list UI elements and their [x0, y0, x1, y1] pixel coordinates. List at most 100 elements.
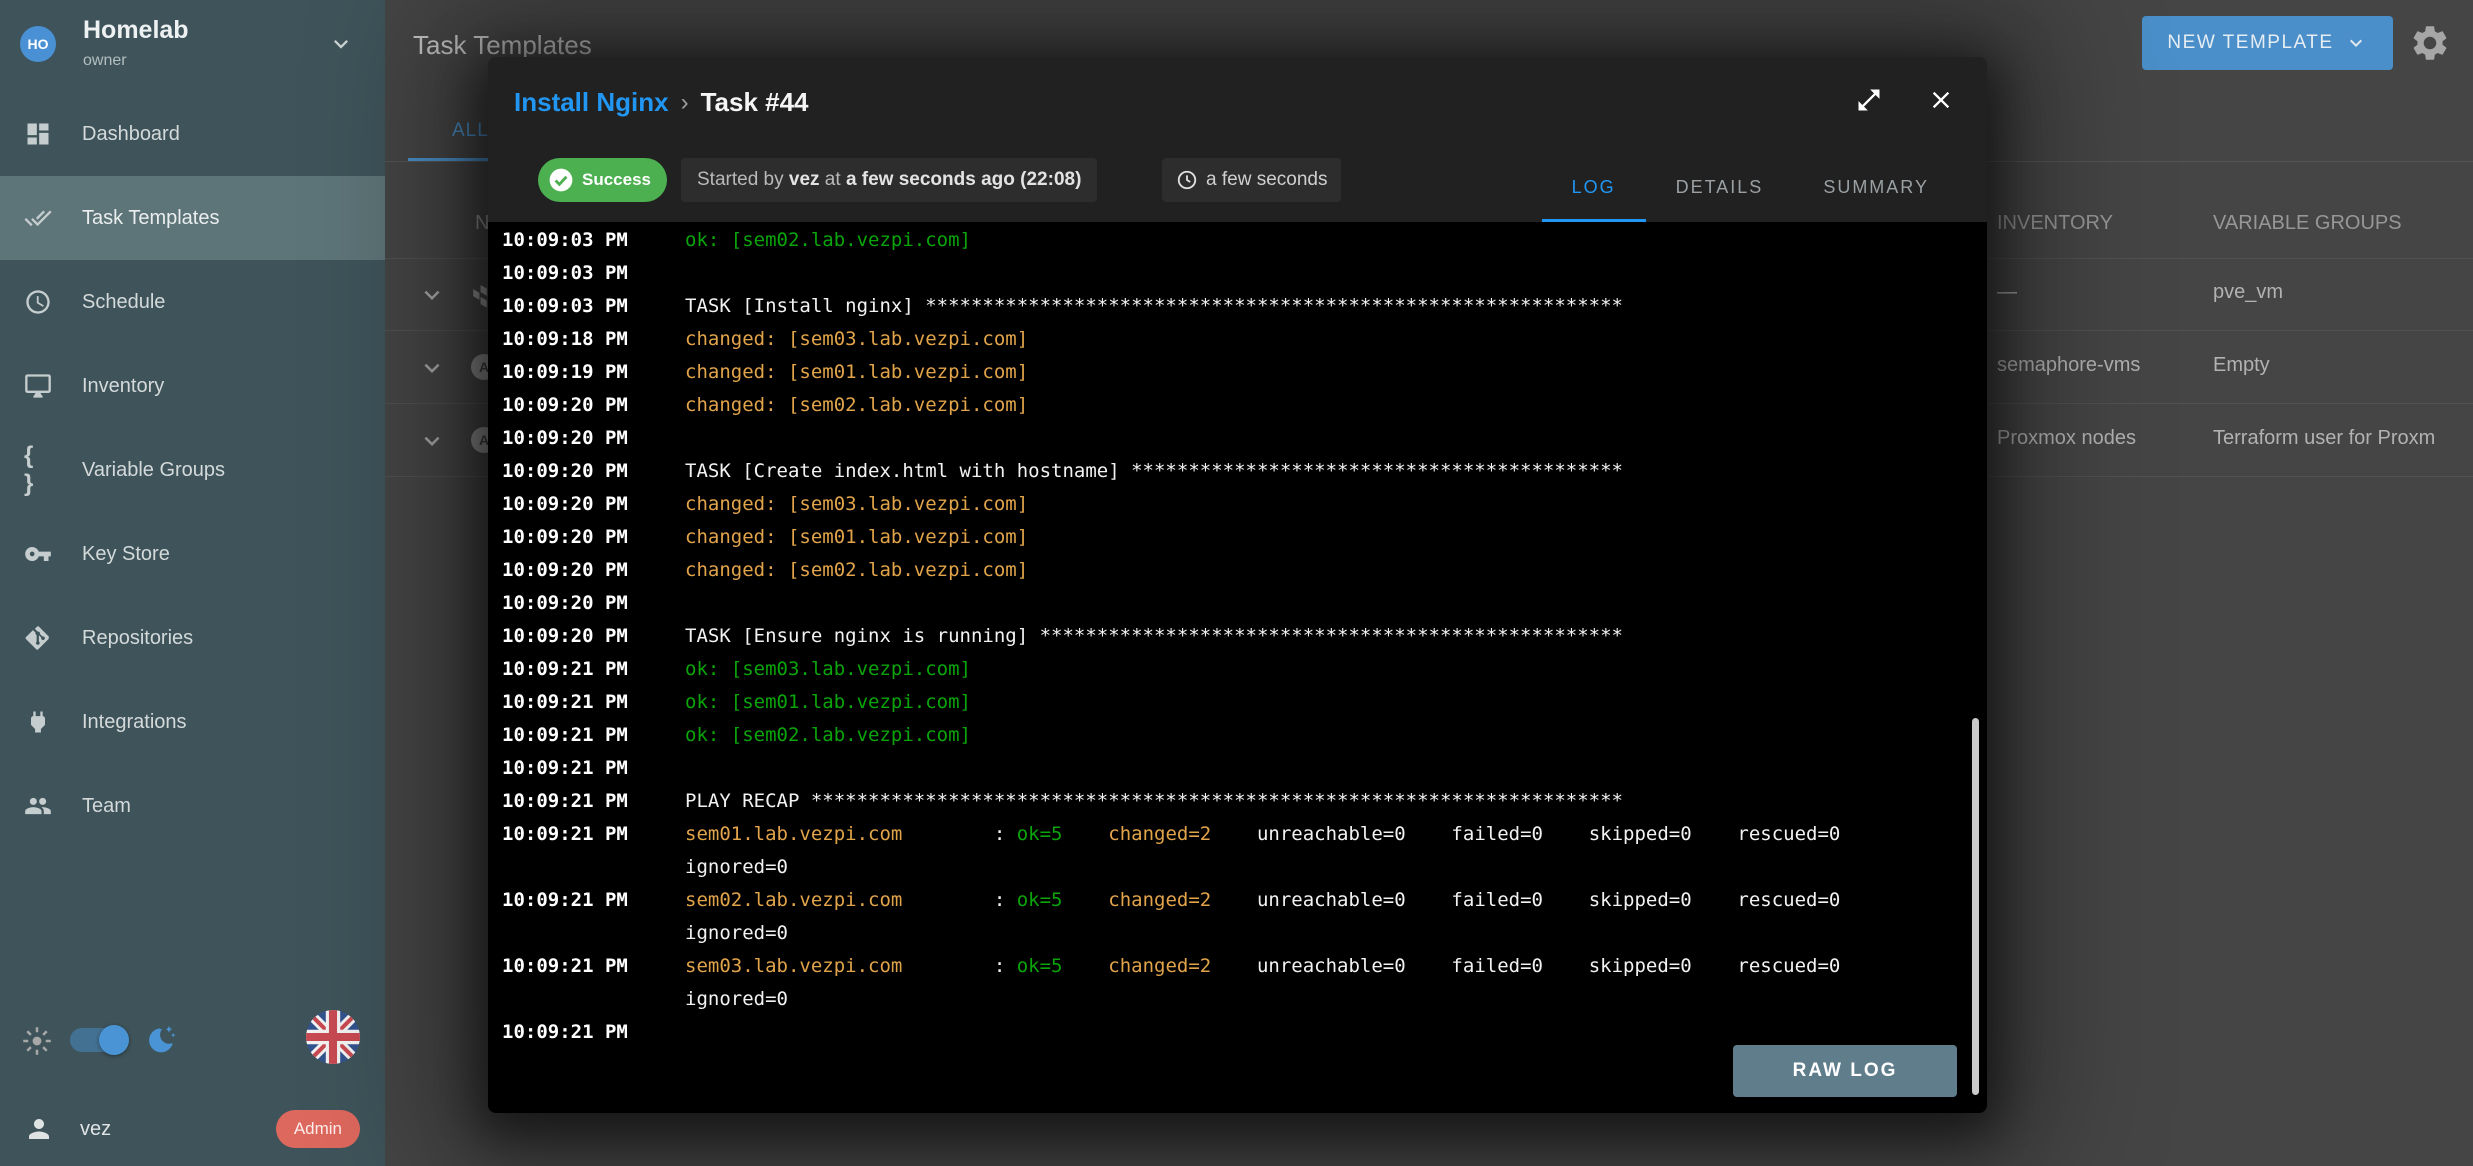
check-circle-icon: [548, 167, 574, 193]
project-selector[interactable]: HO Homelab owner: [0, 0, 385, 92]
tab-summary[interactable]: SUMMARY: [1793, 152, 1959, 222]
log-timestamp: 10:09:21 PM: [502, 719, 628, 752]
tab-log[interactable]: LOG: [1542, 152, 1646, 222]
theme-toggle[interactable]: [70, 1028, 128, 1052]
log-timestamp: 10:09:03 PM: [502, 257, 628, 290]
chevron-down-icon[interactable]: [417, 353, 447, 383]
log-message: changed: [sem03.lab.vezpi.com]: [685, 323, 1955, 356]
log-row: 10:09:03 PM: [488, 257, 1987, 290]
log-timestamp: 10:09:20 PM: [502, 422, 628, 455]
task-templates-page: Task Templates NEW TEMPLATE ALL NAME INV…: [0, 0, 2473, 1166]
expand-icon[interactable]: [1855, 86, 1883, 114]
user-row[interactable]: vez Admin: [0, 1108, 385, 1154]
sidebar-item-label: Task Templates: [82, 207, 219, 230]
chevron-down-icon[interactable]: [417, 426, 447, 456]
theme-row: [0, 1014, 385, 1066]
cell-variable-groups: Empty: [2213, 354, 2270, 377]
user-name: vez: [80, 1118, 111, 1141]
log-row: 10:09:21 PMsem03.lab.vezpi.com : ok=5 ch…: [488, 950, 1987, 1016]
status-label: Success: [582, 170, 651, 190]
sidebar-item-label: Team: [82, 795, 131, 818]
cell-inventory: Proxmox nodes: [1997, 427, 2136, 450]
clock-icon: [1176, 169, 1198, 191]
log-row: 10:09:21 PM: [488, 752, 1987, 785]
sidebar-item-label: Integrations: [82, 711, 187, 734]
raw-log-button[interactable]: RAW LOG: [1733, 1045, 1957, 1097]
log-row: 10:09:03 PMTASK [Install nginx] ********…: [488, 290, 1987, 323]
log-timestamp: 10:09:21 PM: [502, 785, 628, 818]
log-message: changed: [sem01.lab.vezpi.com]: [685, 356, 1955, 389]
log-row: 10:09:20 PMchanged: [sem01.lab.vezpi.com…: [488, 521, 1987, 554]
modal-tabs: LOGDETAILSSUMMARY: [1542, 152, 1959, 222]
sidebar-item-task-templates[interactable]: Task Templates: [0, 176, 385, 260]
gear-icon[interactable]: [2409, 22, 2451, 64]
log-timestamp: 10:09:03 PM: [502, 224, 628, 257]
log-row: 10:09:20 PM: [488, 422, 1987, 455]
log-rows: 10:09:03 PMok: [sem02.lab.vezpi.com]10:0…: [488, 224, 1987, 1049]
log-message: changed: [sem03.lab.vezpi.com]: [685, 488, 1955, 521]
log-timestamp: 10:09:21 PM: [502, 752, 628, 785]
cell-inventory: semaphore-vms: [1997, 354, 2140, 377]
new-template-button[interactable]: NEW TEMPLATE: [2142, 16, 2393, 70]
log-row: 10:09:19 PMchanged: [sem01.lab.vezpi.com…: [488, 356, 1987, 389]
log-timestamp: 10:09:21 PM: [502, 653, 628, 686]
tab-details[interactable]: DETAILS: [1646, 152, 1794, 222]
duration-label: a few seconds: [1206, 169, 1327, 191]
log-message: ok: [sem02.lab.vezpi.com]: [685, 719, 1955, 752]
log-message: sem02.lab.vezpi.com : ok=5 changed=2 unr…: [685, 884, 1955, 950]
log-timestamp: 10:09:21 PM: [502, 884, 628, 917]
sidebar-item-label: Variable Groups: [82, 459, 225, 482]
cell-inventory: —: [1997, 281, 2017, 304]
log-timestamp: 10:09:21 PM: [502, 818, 628, 851]
theme-toggle-knob: [99, 1025, 129, 1055]
new-template-label: NEW TEMPLATE: [2167, 32, 2333, 54]
breadcrumb-separator: ›: [681, 89, 689, 117]
project-name: Homelab: [83, 16, 189, 45]
sidebar-item-key-store[interactable]: Key Store: [0, 512, 385, 596]
log-row: 10:09:20 PMTASK [Create index.html with …: [488, 455, 1987, 488]
log-row: 10:09:20 PM changed: [sem03.lab.vezpi.com…: [488, 488, 1987, 521]
close-icon[interactable]: [1927, 86, 1955, 114]
chevron-down-icon: [2344, 31, 2368, 55]
log-row: 10:09:21 PM sem02.lab.vezpi.com : ok=5 ch…: [488, 884, 1987, 950]
log-timestamp: 10:09:20 PM: [502, 620, 628, 653]
log-timestamp: 10:09:21 PM: [502, 686, 628, 719]
person-icon: [24, 1114, 54, 1144]
key-icon: [24, 540, 52, 568]
sidebar-item-variable-groups[interactable]: { }Variable Groups: [0, 428, 385, 512]
log-timestamp: 10:09:20 PM: [502, 488, 628, 521]
double-check-icon: [24, 204, 52, 232]
sidebar-item-schedule[interactable]: Schedule: [0, 260, 385, 344]
column-header-variable-groups: VARIABLE GROUPS: [2213, 212, 2402, 235]
log-message: changed: [sem02.lab.vezpi.com]: [685, 554, 1955, 587]
task-title: Task #44: [701, 87, 809, 118]
monitor-icon: [24, 372, 52, 400]
log-timestamp: 10:09:20 PM: [502, 587, 628, 620]
sidebar-item-label: Inventory: [82, 375, 164, 398]
log-timestamp: 10:09:20 PM: [502, 455, 628, 488]
breadcrumb: Install Nginx › Task #44: [514, 87, 809, 118]
uk-flag-icon[interactable]: [306, 1010, 360, 1064]
duration-chip: a few seconds: [1162, 158, 1341, 202]
log-timestamp: 10:09:20 PM: [502, 389, 628, 422]
log-timestamp: 10:09:18 PM: [502, 323, 628, 356]
template-link[interactable]: Install Nginx: [514, 87, 669, 118]
dashboard-icon: [24, 120, 52, 148]
log-message: ok: [sem03.lab.vezpi.com]: [685, 653, 1955, 686]
sidebar-item-label: Dashboard: [82, 123, 180, 146]
log-message: ok: [sem01.lab.vezpi.com]: [685, 686, 1955, 719]
sidebar-item-inventory[interactable]: Inventory: [0, 344, 385, 428]
sidebar-item-integrations[interactable]: Integrations: [0, 680, 385, 764]
log-row: 10:09:21 PM ok: [sem01.lab.vezpi.com]: [488, 686, 1987, 719]
sidebar-item-repositories[interactable]: Repositories: [0, 596, 385, 680]
sidebar-item-dashboard[interactable]: Dashboard: [0, 92, 385, 176]
moon-stars-icon: [146, 1023, 178, 1055]
chevron-down-icon[interactable]: [417, 280, 447, 310]
log-scrollbar[interactable]: [1972, 718, 1979, 1095]
sidebar-item-team[interactable]: Team: [0, 764, 385, 848]
log-message: TASK [Install nginx] *******************…: [685, 290, 1955, 323]
log-row: 10:09:20 PMchanged: [sem02.lab.vezpi.com…: [488, 389, 1987, 422]
sidebar: HO Homelab owner Dashboard Task Templates…: [0, 0, 385, 1166]
people-icon: [24, 792, 52, 820]
cell-variable-groups: pve_vm: [2213, 281, 2283, 304]
